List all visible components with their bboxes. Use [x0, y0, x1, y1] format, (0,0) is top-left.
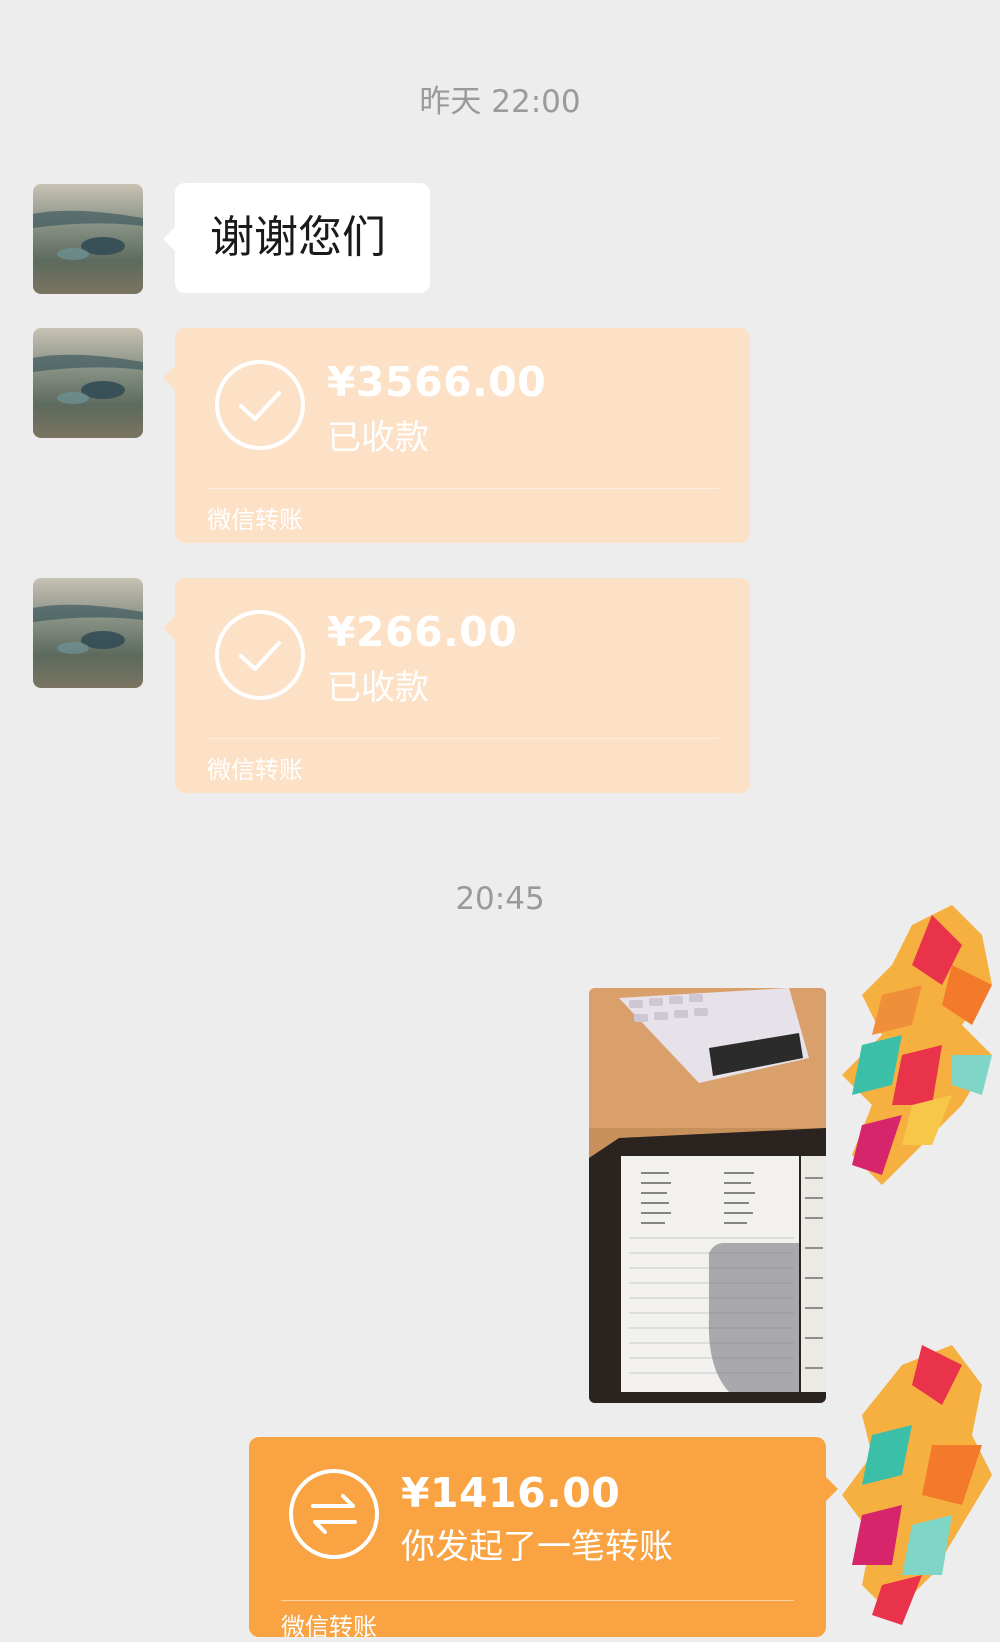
- transfer-label: 微信转账: [281, 1613, 377, 1641]
- transfer-label: 微信转账: [207, 506, 303, 534]
- check-circle-icon: [215, 610, 305, 700]
- timestamp-yesterday: 昨天 22:00: [419, 84, 581, 120]
- self-avatar[interactable]: [842, 905, 1000, 1195]
- image-message[interactable]: [589, 988, 826, 1403]
- divider: [281, 1600, 794, 1601]
- transfer-amount: ¥1416.00: [401, 1469, 621, 1517]
- divider: [207, 738, 718, 739]
- check-circle-icon: [215, 360, 305, 450]
- transfer-label: 微信转账: [207, 756, 303, 784]
- contact-avatar[interactable]: [33, 328, 143, 438]
- transfer-status: 已收款: [327, 418, 429, 458]
- transfer-card-received[interactable]: ¥3566.00 已收款 微信转账: [163, 328, 750, 543]
- message-text: 谢谢您们: [210, 212, 386, 263]
- transfer-amount: ¥266.00: [327, 608, 518, 656]
- contact-avatar[interactable]: [33, 184, 143, 294]
- transfer-status: 你发起了一笔转账: [401, 1527, 673, 1567]
- transfer-arrows-icon: [289, 1469, 379, 1559]
- text-message-bubble[interactable]: 谢谢您们: [163, 183, 430, 293]
- self-avatar[interactable]: [842, 1345, 1000, 1629]
- contact-avatar[interactable]: [33, 578, 143, 688]
- transfer-status: 已收款: [327, 668, 429, 708]
- divider: [207, 488, 718, 489]
- transfer-card-received[interactable]: ¥266.00 已收款 微信转账: [163, 578, 750, 793]
- transfer-card-sent[interactable]: ¥1416.00 你发起了一笔转账 微信转账: [249, 1437, 838, 1641]
- transfer-amount: ¥3566.00: [327, 358, 547, 406]
